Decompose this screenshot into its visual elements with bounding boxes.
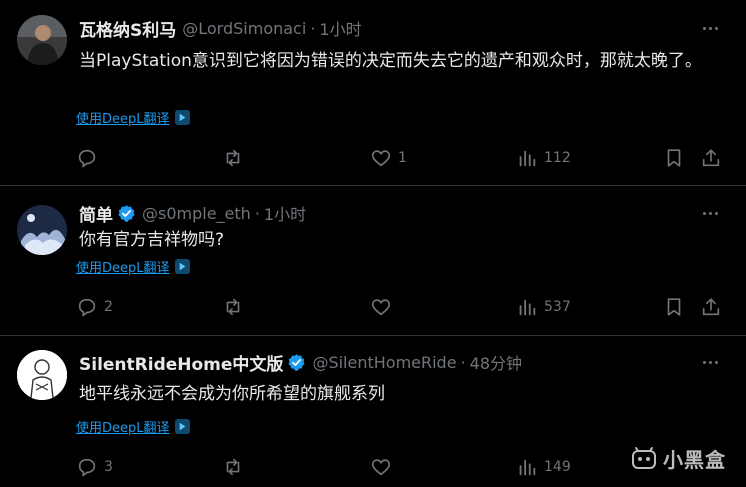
display-name[interactable]: 简单 [79,201,113,226]
user-handle[interactable]: @LordSimonaci [182,19,306,38]
share-button[interactable] [700,146,722,170]
timestamp[interactable]: 48分钟 [470,350,522,374]
avatar[interactable] [17,205,67,255]
translate-icon [174,109,190,125]
display-name[interactable]: 瓦格纳S利马 [79,16,176,41]
watermark: 小黑盒 [631,444,726,473]
retweet-button[interactable] [222,146,250,170]
reply-icon [78,149,96,168]
views-count: 537 [544,299,571,315]
views-icon [519,150,536,167]
reply-button[interactable] [76,146,104,170]
retweet-icon [226,149,240,167]
separator-dot: · [254,203,260,223]
translate-icon [174,258,190,274]
display-name[interactable]: SilentRideHome中文版 [79,350,283,375]
bookmark-icon [667,149,681,167]
more-icon[interactable] [700,18,720,38]
bookmark-button[interactable] [663,295,685,319]
verified-badge-icon [288,353,306,371]
watermark-text: 小黑盒 [663,448,726,472]
like-icon [371,459,391,476]
like-button[interactable] [370,455,398,479]
like-icon [371,150,391,167]
tweet-header: 简单 @s0mple_eth · 1小时 [79,201,306,226]
translate-label[interactable]: 使用DeepL翻译 [76,257,170,276]
tweet-text: 你有官方吉祥物吗? [79,230,225,250]
avatar[interactable] [17,350,67,400]
translate-icon [174,418,190,434]
action-bar: 1 112 [76,146,726,170]
translate-link[interactable]: 使用DeepL翻译 [76,256,190,276]
watermark-logo-icon [632,446,656,469]
tweet-header: SilentRideHome中文版 @SilentHomeRide · 48分钟 [79,350,522,375]
reply-count: 2 [104,299,113,315]
tweet-2[interactable]: 简单 @s0mple_eth · 1小时 你有官方吉祥物吗? 使用DeepL翻译… [0,186,746,336]
retweet-button[interactable] [222,455,250,479]
translate-label[interactable]: 使用DeepL翻译 [76,417,170,436]
tweet-header: 瓦格纳S利马 @LordSimonaci · 1小时 [79,16,362,41]
avatar[interactable] [17,15,67,65]
timestamp[interactable]: 1小时 [264,201,306,225]
user-handle[interactable]: @s0mple_eth [142,204,251,223]
like-button[interactable] [370,295,398,319]
avatar-photo [17,15,67,65]
retweet-icon [226,298,240,316]
tweet-text: 当PlayStation意识到它将因为错误的决定而失去它的遗产和观众时，那就太晚… [79,51,702,71]
action-bar: 2 537 [76,295,726,319]
avatar-drawing [17,350,67,400]
translate-label[interactable]: 使用DeepL翻译 [76,108,170,127]
views-count: 112 [544,150,571,166]
separator-dot: · [310,18,316,38]
tweet-text: 地平线永远不会成为你所希望的旗舰系列 [79,384,385,404]
share-icon [702,298,720,316]
views-button[interactable]: 149 [516,455,571,479]
separator-dot: · [460,352,466,372]
timestamp[interactable]: 1小时 [319,16,361,40]
translate-link[interactable]: 使用DeepL翻译 [76,416,190,436]
tweet-1[interactable]: 瓦格纳S利马 @LordSimonaci · 1小时 当PlayStation意… [0,0,746,186]
views-button[interactable]: 537 [516,295,571,319]
retweet-button[interactable] [222,295,250,319]
reply-icon [78,458,96,477]
like-count: 1 [398,150,407,166]
reply-count: 3 [104,459,113,475]
more-icon[interactable] [700,203,720,223]
user-handle[interactable]: @SilentHomeRide [312,353,456,372]
bookmark-button[interactable] [663,146,685,170]
share-button[interactable] [700,295,722,319]
views-icon [519,459,536,476]
reply-button[interactable]: 3 [76,455,113,479]
views-icon [519,299,536,316]
like-icon [371,299,391,316]
avatar-image [17,205,67,255]
retweet-icon [226,458,240,476]
action-bar: 3 149 [76,455,726,479]
bookmark-icon [667,298,681,316]
translate-link[interactable]: 使用DeepL翻译 [76,107,190,127]
reply-icon [78,298,96,317]
share-icon [702,149,720,167]
like-button[interactable]: 1 [370,146,407,170]
verified-badge-icon [118,204,135,222]
views-count: 149 [544,459,571,475]
views-button[interactable]: 112 [516,146,571,170]
reply-button[interactable]: 2 [76,295,113,319]
more-icon[interactable] [700,352,720,372]
